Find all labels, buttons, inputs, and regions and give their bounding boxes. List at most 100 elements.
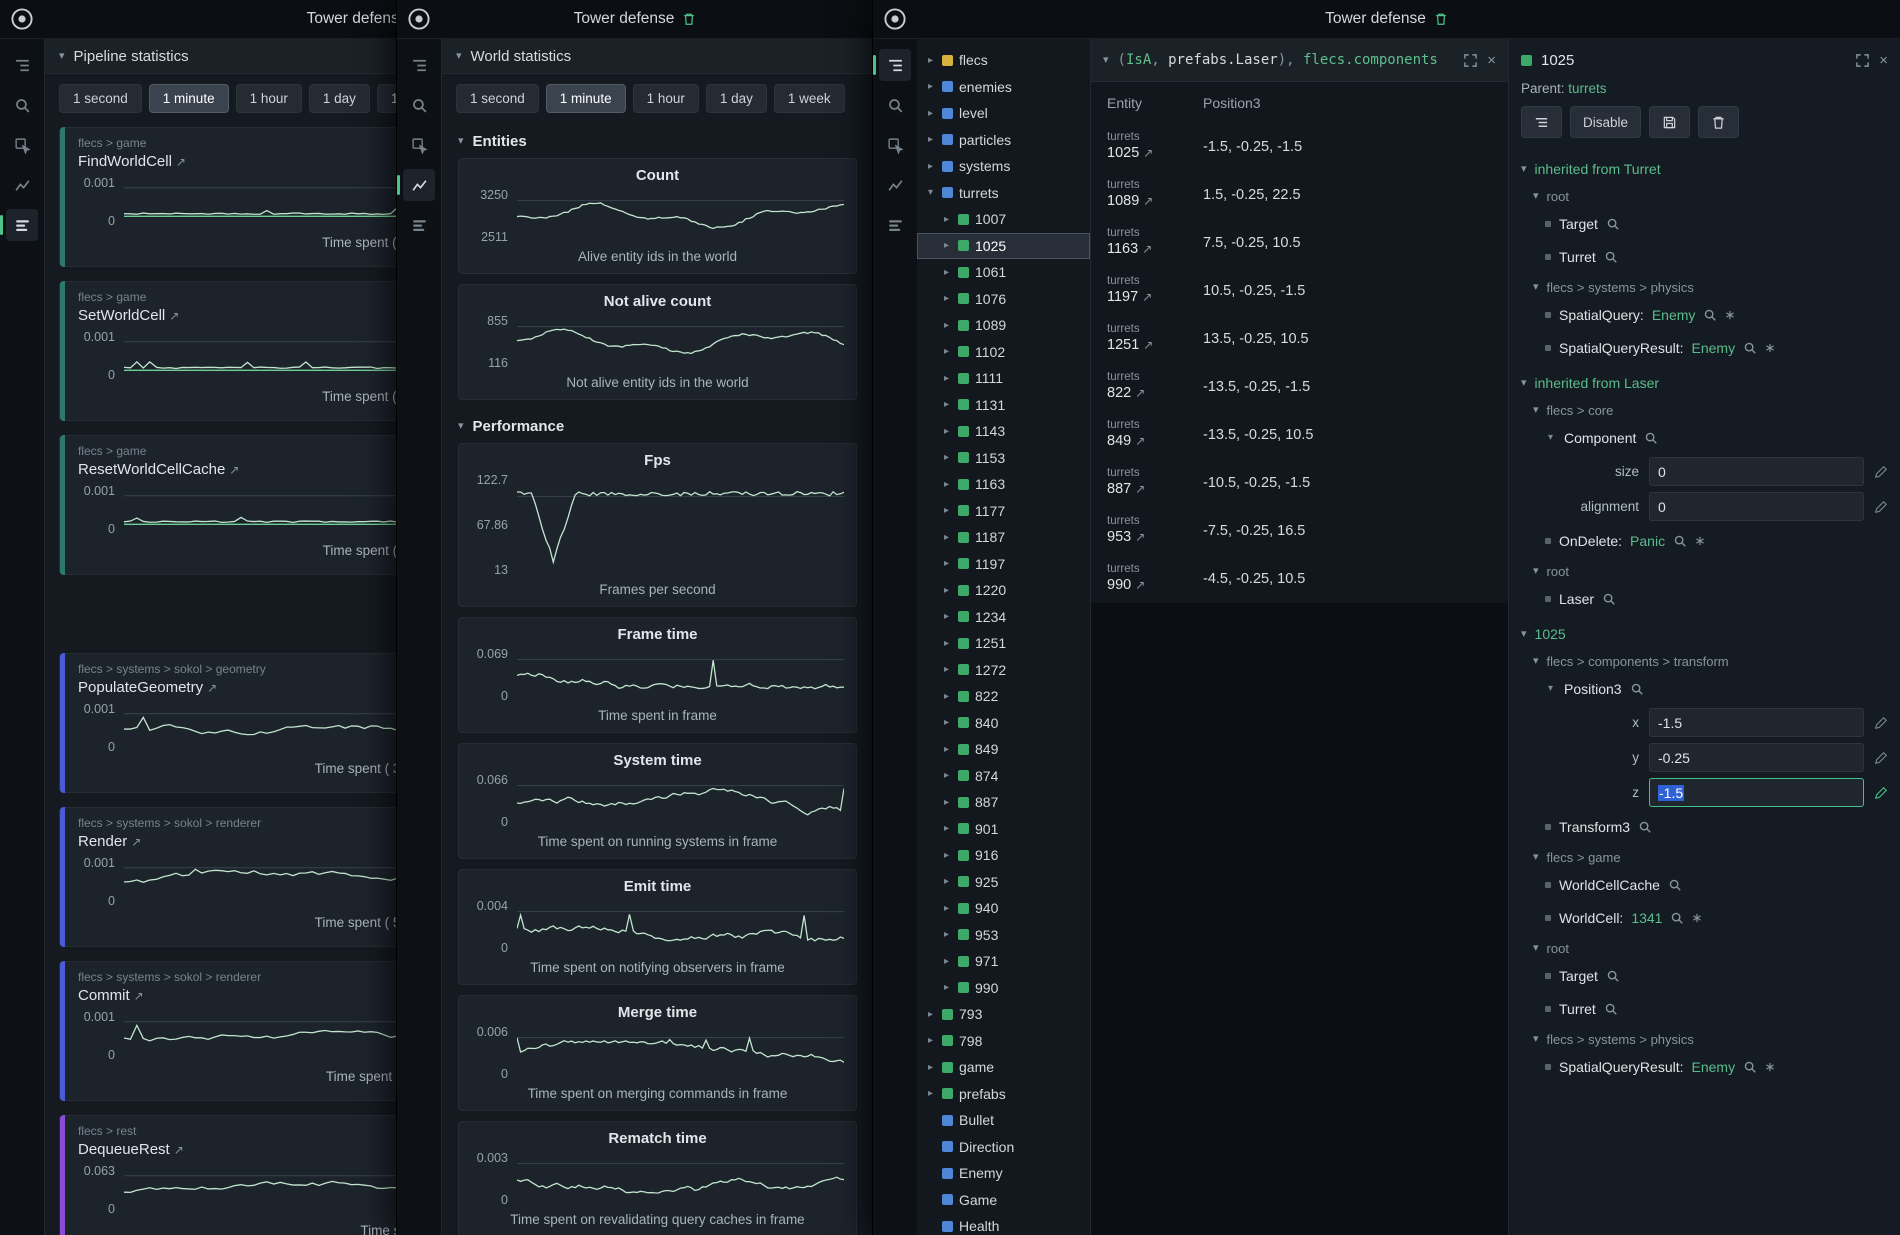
- open-link-icon[interactable]: ↗: [131, 835, 141, 849]
- chevron-right-icon[interactable]: ▸: [925, 81, 936, 92]
- search-icon[interactable]: [1602, 592, 1616, 606]
- tree-item-990[interactable]: ▸990: [917, 975, 1090, 1002]
- tree-item-1076[interactable]: ▸1076: [917, 286, 1090, 313]
- search-icon[interactable]: [1604, 250, 1618, 264]
- entity-id-link[interactable]: 1197↗: [1107, 289, 1203, 306]
- search-icon[interactable]: [1670, 911, 1684, 925]
- tree-item-793[interactable]: ▸793: [917, 1001, 1090, 1028]
- chevron-right-icon[interactable]: ▸: [941, 797, 952, 808]
- query-result-row[interactable]: turrets1197↗10.5, -0.25, -1.5: [1091, 267, 1508, 315]
- tree-item-game[interactable]: ▸game: [917, 1054, 1090, 1081]
- component-value-link[interactable]: Enemy: [1692, 1059, 1736, 1075]
- chevron-right-icon[interactable]: ▸: [925, 1062, 936, 1073]
- time-range-button[interactable]: 1 minute: [149, 84, 229, 113]
- tree-item-1061[interactable]: ▸1061: [917, 259, 1090, 286]
- time-range-button[interactable]: 1 week: [774, 84, 845, 113]
- tree-item-1272[interactable]: ▸1272: [917, 657, 1090, 684]
- query-result-row[interactable]: turrets887↗-10.5, -0.25, -1.5: [1091, 459, 1508, 507]
- save-button[interactable]: [1649, 106, 1690, 138]
- time-range-button[interactable]: 1 hour: [236, 84, 302, 113]
- chevron-right-icon[interactable]: ▸: [941, 320, 952, 331]
- query-result-row[interactable]: turrets1025↗-1.5, -0.25, -1.5: [1091, 123, 1508, 171]
- chevron-down-icon[interactable]: ▾: [458, 136, 464, 147]
- trash-icon[interactable]: [1434, 12, 1448, 26]
- tree-item-822[interactable]: ▸822: [917, 683, 1090, 710]
- time-range-button[interactable]: 1 second: [59, 84, 142, 113]
- component-path-header[interactable]: ▾flecs > systems > physics: [1509, 273, 1900, 298]
- search-icon[interactable]: [1606, 217, 1620, 231]
- chevron-right-icon[interactable]: ▸: [925, 1009, 936, 1020]
- stats-icon[interactable]: [879, 209, 911, 241]
- open-link-icon[interactable]: ↗: [1143, 338, 1153, 352]
- open-link-icon[interactable]: ↗: [207, 681, 217, 695]
- component-value-link[interactable]: Enemy: [1652, 307, 1696, 323]
- tree-item-prefabs[interactable]: ▸prefabs: [917, 1081, 1090, 1108]
- delete-button[interactable]: [1698, 106, 1739, 138]
- chevron-right-icon[interactable]: ▸: [941, 267, 952, 278]
- field-input-y[interactable]: -0.25: [1649, 743, 1864, 772]
- tree-item-1220[interactable]: ▸1220: [917, 577, 1090, 604]
- component-row[interactable]: SpatialQuery:Enemy: [1509, 298, 1900, 331]
- time-range-button[interactable]: 1 second: [456, 84, 539, 113]
- entity-id-link[interactable]: 822↗: [1107, 385, 1203, 402]
- chevron-right-icon[interactable]: ▸: [941, 532, 952, 543]
- tree-item-1187[interactable]: ▸1187: [917, 524, 1090, 551]
- chevron-right-icon[interactable]: ▸: [941, 505, 952, 516]
- query-result-row[interactable]: turrets1251↗13.5, -0.25, 10.5: [1091, 315, 1508, 363]
- chevron-right-icon[interactable]: ▸: [941, 638, 952, 649]
- tree-item-1102[interactable]: ▸1102: [917, 339, 1090, 366]
- component-row[interactable]: WorldCellCache: [1509, 868, 1900, 901]
- window-titlebar[interactable]: Tower defense: [397, 0, 873, 39]
- component-path-header[interactable]: ▾root: [1509, 182, 1900, 207]
- chevron-right-icon[interactable]: ▸: [925, 134, 936, 145]
- search-icon[interactable]: [879, 89, 911, 121]
- field-input-size[interactable]: 0: [1649, 457, 1864, 486]
- tree-item-Direction[interactable]: Direction: [917, 1134, 1090, 1161]
- chevron-down-icon[interactable]: ▾: [1103, 55, 1109, 66]
- component-path-header[interactable]: ▾flecs > core: [1509, 396, 1900, 421]
- tree-item-953[interactable]: ▸953: [917, 922, 1090, 949]
- asterisk-icon[interactable]: [1695, 536, 1705, 546]
- edit-icon[interactable]: [1874, 500, 1888, 514]
- search-icon[interactable]: [1668, 878, 1682, 892]
- world-section-header[interactable]: ▾Performance: [442, 410, 873, 443]
- chevron-right-icon[interactable]: ▸: [941, 346, 952, 357]
- chevron-right-icon[interactable]: ▸: [941, 399, 952, 410]
- chevron-right-icon[interactable]: ▸: [925, 1035, 936, 1046]
- component-path-header[interactable]: ▾root: [1509, 934, 1900, 959]
- chevron-right-icon[interactable]: ▸: [941, 823, 952, 834]
- tree-item-940[interactable]: ▸940: [917, 895, 1090, 922]
- tree-item-1143[interactable]: ▸1143: [917, 418, 1090, 445]
- tree-item-1089[interactable]: ▸1089: [917, 312, 1090, 339]
- search-icon[interactable]: [1644, 431, 1658, 445]
- open-link-icon[interactable]: ↗: [1143, 194, 1153, 208]
- tree-item-1131[interactable]: ▸1131: [917, 392, 1090, 419]
- entity-id-link[interactable]: 1251↗: [1107, 337, 1203, 354]
- chevron-down-icon[interactable]: ▾: [1533, 191, 1539, 202]
- entity-id-link[interactable]: 849↗: [1107, 433, 1203, 450]
- close-icon[interactable]: ×: [1879, 53, 1888, 68]
- component-path-header[interactable]: ▾flecs > systems > physics: [1509, 1025, 1900, 1050]
- stats-icon[interactable]: [403, 209, 435, 241]
- chevron-right-icon[interactable]: ▸: [941, 691, 952, 702]
- open-link-icon[interactable]: ↗: [1142, 242, 1152, 256]
- tree-item-1153[interactable]: ▸1153: [917, 445, 1090, 472]
- entity-id-link[interactable]: 953↗: [1107, 529, 1203, 546]
- world-panel-header[interactable]: ▾ World statistics: [442, 39, 873, 74]
- chevron-down-icon[interactable]: ▾: [458, 421, 464, 432]
- edit-icon[interactable]: [1874, 465, 1888, 479]
- component-value-link[interactable]: 1341: [1631, 910, 1662, 926]
- query-result-row[interactable]: turrets953↗-7.5, -0.25, 16.5: [1091, 507, 1508, 555]
- tree-item-971[interactable]: ▸971: [917, 948, 1090, 975]
- query-result-row[interactable]: turrets822↗-13.5, -0.25, -1.5: [1091, 363, 1508, 411]
- tree-item-840[interactable]: ▸840: [917, 710, 1090, 737]
- chevron-right-icon[interactable]: ▸: [941, 452, 952, 463]
- chevron-right-icon[interactable]: ▸: [941, 982, 952, 993]
- open-link-icon[interactable]: ↗: [229, 463, 239, 477]
- inspector-group-header[interactable]: ▾inherited from Laser: [1509, 364, 1900, 396]
- tree-item-798[interactable]: ▸798: [917, 1028, 1090, 1055]
- tree-item-901[interactable]: ▸901: [917, 816, 1090, 843]
- query-result-row[interactable]: turrets1089↗1.5, -0.25, 22.5: [1091, 171, 1508, 219]
- world-section-header[interactable]: ▾Entities: [442, 125, 873, 158]
- tree-item-887[interactable]: ▸887: [917, 789, 1090, 816]
